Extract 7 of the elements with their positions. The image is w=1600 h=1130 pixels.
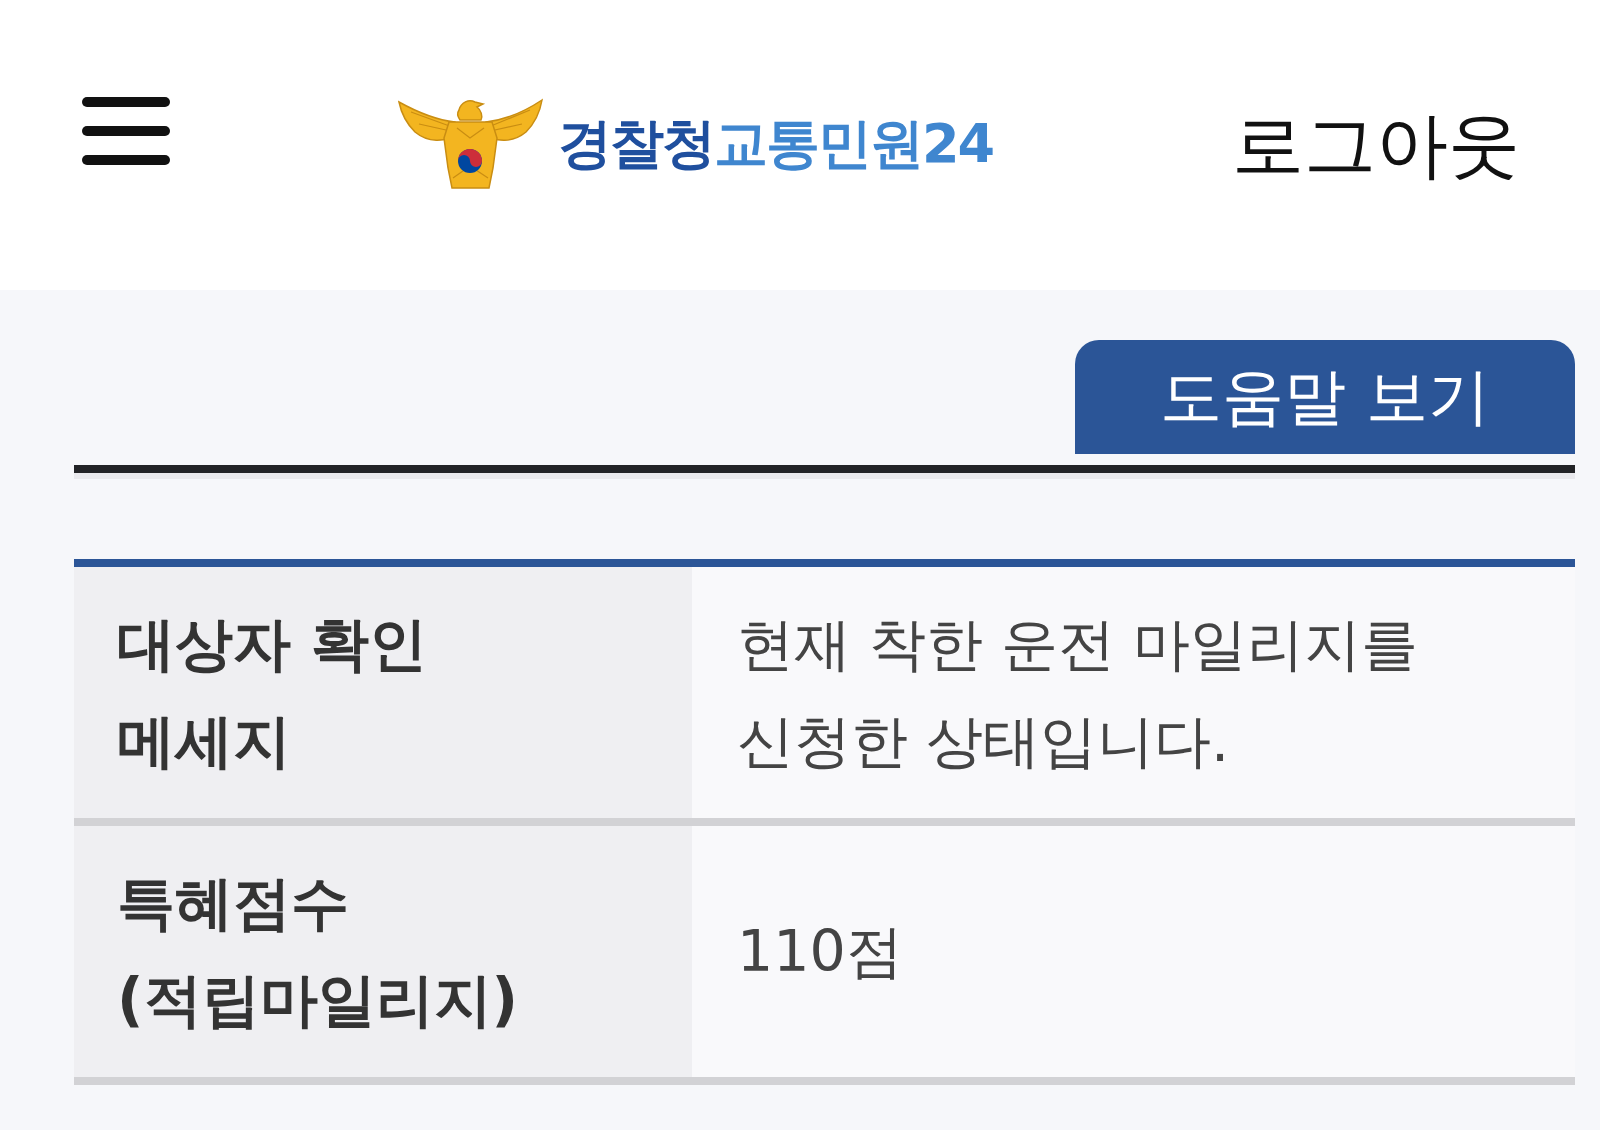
eagle-emblem-icon	[397, 98, 544, 190]
table-header-cell: 특혜점수 (적립마일리지)	[74, 826, 692, 1085]
table-header-cell: 대상자 확인 메세지	[74, 567, 692, 826]
help-button[interactable]: 도움말 보기	[1075, 340, 1575, 454]
logout-button[interactable]: 로그아웃	[1232, 109, 1520, 181]
menu-button[interactable]	[82, 97, 170, 165]
logo-text: 경찰청교통민원24	[558, 117, 994, 171]
